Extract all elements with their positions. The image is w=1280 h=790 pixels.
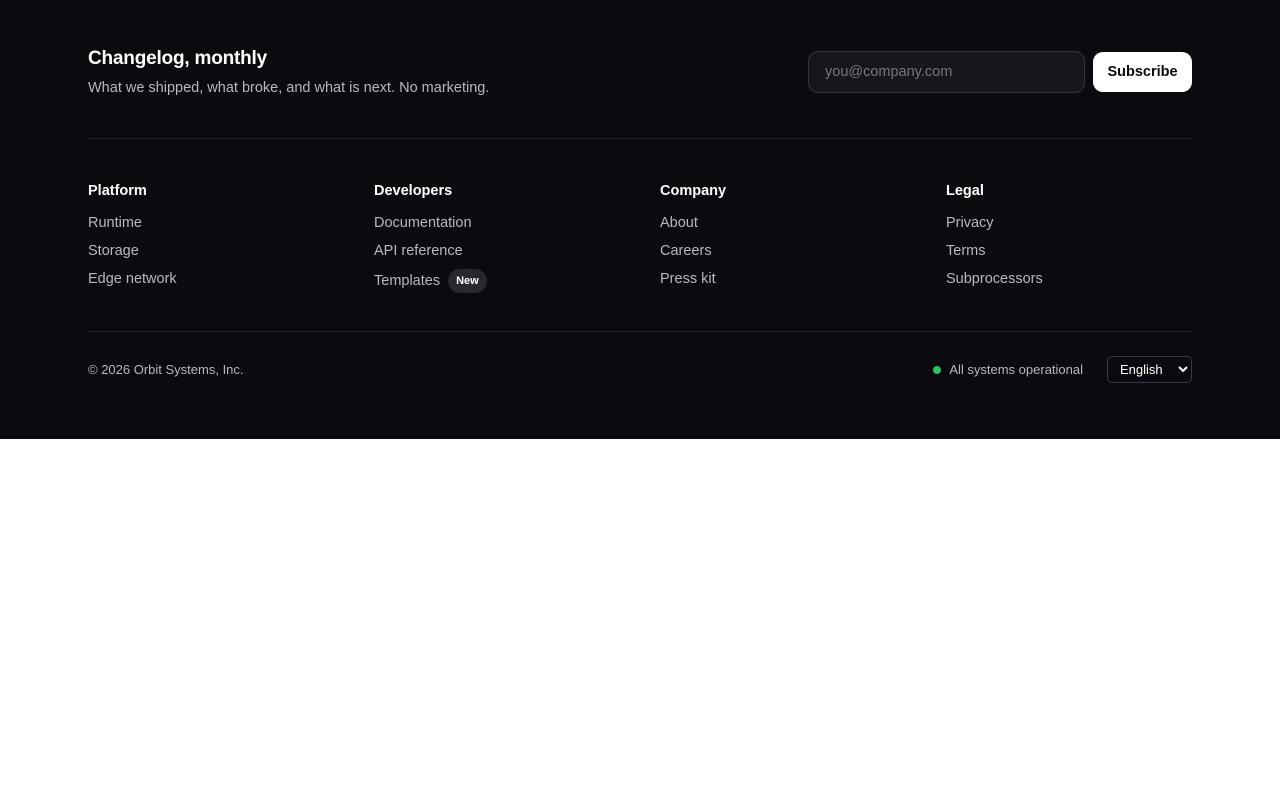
link-storage[interactable]: Storage xyxy=(88,241,139,261)
newsletter-title: Changelog, monthly xyxy=(88,48,268,69)
system-status[interactable]: All systems operational xyxy=(933,362,1083,377)
list-item: API reference xyxy=(374,241,487,269)
site-footer: Changelog, monthly What we shipped, what… xyxy=(0,0,1280,439)
list-item: Terms xyxy=(946,241,1043,269)
column-title: Company xyxy=(660,183,727,199)
column-title: Legal xyxy=(946,183,984,199)
column-title: Developers xyxy=(374,183,453,199)
list-item: Privacy xyxy=(946,213,1043,241)
link-list: About Careers Press kit xyxy=(660,213,726,297)
status-dot-icon xyxy=(933,365,942,374)
link-edge-network[interactable]: Edge network xyxy=(88,269,177,289)
list-item: About xyxy=(660,213,726,241)
list-item: Press kit xyxy=(660,269,726,297)
new-badge: New xyxy=(448,269,487,293)
link-terms[interactable]: Terms xyxy=(946,241,985,261)
list-item: Runtime xyxy=(88,213,177,241)
footer-column-platform: Platform Runtime Storage Edge network xyxy=(88,181,177,297)
newsletter-form: Subscribe xyxy=(808,51,1192,93)
link-press-kit[interactable]: Press kit xyxy=(660,269,716,289)
newsletter-section: Changelog, monthly What we shipped, what… xyxy=(88,0,1192,139)
list-item: Documentation xyxy=(374,213,487,241)
link-careers[interactable]: Careers xyxy=(660,241,712,261)
link-about[interactable]: About xyxy=(660,213,698,233)
footer-column-developers: Developers Documentation API reference T… xyxy=(374,181,487,299)
status-text: All systems operational xyxy=(949,362,1083,377)
link-subprocessors[interactable]: Subprocessors xyxy=(946,269,1043,289)
list-item: Storage xyxy=(88,241,177,269)
list-item: Edge network xyxy=(88,269,177,297)
link-api-reference[interactable]: API reference xyxy=(374,241,463,261)
list-item: Templates New xyxy=(374,269,487,299)
link-runtime[interactable]: Runtime xyxy=(88,213,142,233)
footer-column-company: Company About Careers Press kit xyxy=(660,181,726,297)
list-item: Careers xyxy=(660,241,726,269)
footer-links: Platform Runtime Storage Edge network De… xyxy=(88,139,1192,332)
subscribe-button[interactable]: Subscribe xyxy=(1093,52,1192,92)
language-select[interactable]: English xyxy=(1107,356,1192,383)
link-list: Privacy Terms Subprocessors xyxy=(946,213,1043,297)
link-privacy[interactable]: Privacy xyxy=(946,213,994,233)
email-input[interactable] xyxy=(808,51,1085,93)
link-templates[interactable]: Templates xyxy=(374,271,440,291)
list-item: Subprocessors xyxy=(946,269,1043,297)
column-title: Platform xyxy=(88,183,147,199)
footer-column-legal: Legal Privacy Terms Subprocessors xyxy=(946,181,1043,297)
link-documentation[interactable]: Documentation xyxy=(374,213,472,233)
link-list: Runtime Storage Edge network xyxy=(88,213,177,297)
copyright-text: © 2026 Orbit Systems, Inc. xyxy=(88,362,244,377)
newsletter-subtitle: What we shipped, what broke, and what is… xyxy=(88,80,490,96)
footer-bottom-bar: © 2026 Orbit Systems, Inc. All systems o… xyxy=(88,332,1192,408)
link-list: Documentation API reference Templates Ne… xyxy=(374,213,487,299)
